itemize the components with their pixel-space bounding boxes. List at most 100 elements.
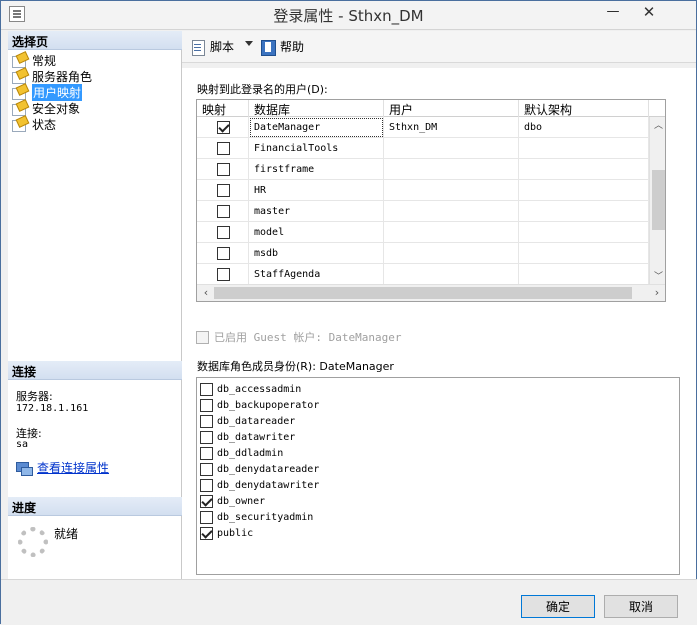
role-checkbox[interactable]: [200, 478, 213, 492]
scroll-down-icon[interactable]: ﹀: [650, 269, 665, 282]
ok-button[interactable]: 确定: [521, 595, 595, 618]
schema-cell[interactable]: [519, 138, 649, 159]
role-checkbox[interactable]: [200, 494, 213, 508]
table-row[interactable]: model: [197, 222, 649, 243]
schema-cell[interactable]: [519, 180, 649, 201]
schema-cell[interactable]: [519, 264, 649, 285]
grid-vertical-scrollbar[interactable]: ︿ ﹀: [649, 117, 665, 284]
map-checkbox[interactable]: [217, 163, 230, 176]
col-header-database[interactable]: 数据库: [249, 100, 384, 117]
table-row[interactable]: master: [197, 201, 649, 222]
role-checkbox[interactable]: [200, 398, 213, 412]
database-cell[interactable]: firstframe: [249, 159, 384, 180]
map-checkbox[interactable]: [217, 121, 230, 134]
connection-properties-icon: [16, 461, 33, 476]
role-checkbox[interactable]: [200, 462, 213, 476]
schema-cell[interactable]: [519, 201, 649, 222]
map-checkbox[interactable]: [217, 142, 230, 155]
progress-header: 进度: [8, 497, 182, 516]
table-row[interactable]: StaffAgenda: [197, 264, 649, 285]
list-item[interactable]: db_denydatareader: [200, 461, 319, 477]
map-cell[interactable]: [197, 243, 249, 264]
schema-cell[interactable]: [519, 222, 649, 243]
table-row[interactable]: msdb: [197, 243, 649, 264]
scroll-left-icon[interactable]: ‹: [198, 286, 214, 299]
map-checkbox[interactable]: [217, 205, 230, 218]
page-item-securables[interactable]: 安全对象: [11, 100, 80, 116]
map-checkbox[interactable]: [217, 247, 230, 260]
list-item[interactable]: db_securityadmin: [200, 509, 313, 525]
database-cell[interactable]: HR: [249, 180, 384, 201]
col-header-default-schema[interactable]: 默认架构: [519, 100, 649, 117]
map-checkbox[interactable]: [217, 184, 230, 197]
user-cell[interactable]: [384, 180, 519, 201]
minimize-button[interactable]: —: [598, 1, 628, 22]
horizontal-scroll-thumb[interactable]: [214, 287, 632, 299]
user-cell[interactable]: [384, 264, 519, 285]
scroll-right-icon[interactable]: ›: [649, 286, 665, 299]
database-cell[interactable]: master: [249, 201, 384, 222]
cancel-button[interactable]: 取消: [604, 595, 678, 618]
schema-cell[interactable]: [519, 243, 649, 264]
page-item-general[interactable]: 常规: [11, 52, 56, 68]
list-item[interactable]: db_backupoperator: [200, 397, 319, 413]
user-cell[interactable]: Sthxn_DM: [384, 117, 519, 138]
table-row[interactable]: HR: [197, 180, 649, 201]
scroll-up-icon[interactable]: ︿: [650, 118, 665, 131]
map-cell[interactable]: [197, 117, 249, 138]
col-header-user[interactable]: 用户: [384, 100, 519, 117]
right-pane: 脚本 帮助 映射到此登录名的用户(D): 映射 数据库 用户 默认架构 Date…: [182, 31, 696, 579]
grid-horizontal-scrollbar[interactable]: ‹ ›: [197, 284, 665, 301]
list-item[interactable]: db_datareader: [200, 413, 295, 429]
table-row[interactable]: firstframe: [197, 159, 649, 180]
role-checkbox[interactable]: [200, 510, 213, 524]
database-cell[interactable]: msdb: [249, 243, 384, 264]
map-cell[interactable]: [197, 201, 249, 222]
database-cell[interactable]: model: [249, 222, 384, 243]
role-checkbox[interactable]: [200, 414, 213, 428]
role-checkbox[interactable]: [200, 446, 213, 460]
user-cell[interactable]: [384, 201, 519, 222]
map-checkbox[interactable]: [217, 268, 230, 281]
page-item-user-mapping[interactable]: 用户映射: [11, 83, 83, 101]
schema-cell[interactable]: [519, 159, 649, 180]
role-checkbox[interactable]: [200, 526, 213, 540]
map-cell[interactable]: [197, 159, 249, 180]
toolbar: 脚本 帮助: [182, 31, 696, 63]
database-cell[interactable]: DateManager: [249, 117, 384, 138]
list-item[interactable]: db_datawriter: [200, 429, 295, 445]
vertical-scroll-thumb[interactable]: [652, 170, 665, 230]
list-item[interactable]: db_denydatawriter: [200, 477, 319, 493]
database-cell[interactable]: FinancialTools: [249, 138, 384, 159]
help-button[interactable]: 帮助: [260, 38, 304, 56]
user-cell[interactable]: [384, 138, 519, 159]
role-checkbox[interactable]: [200, 382, 213, 396]
map-cell[interactable]: [197, 222, 249, 243]
list-item[interactable]: db_owner: [200, 493, 265, 509]
list-item[interactable]: public: [200, 525, 253, 541]
database-cell[interactable]: StaffAgenda: [249, 264, 384, 285]
script-dropdown-arrow-icon[interactable]: [245, 41, 253, 46]
script-button[interactable]: 脚本: [190, 38, 234, 56]
page-item-server-roles[interactable]: 服务器角色: [11, 68, 92, 84]
map-cell[interactable]: [197, 264, 249, 285]
map-cell[interactable]: [197, 180, 249, 201]
user-cell[interactable]: [384, 159, 519, 180]
role-checkbox[interactable]: [200, 430, 213, 444]
close-button[interactable]: ✕: [627, 1, 671, 22]
user-cell[interactable]: [384, 243, 519, 264]
map-checkbox[interactable]: [217, 226, 230, 239]
table-row[interactable]: FinancialTools: [197, 138, 649, 159]
user-cell[interactable]: [384, 222, 519, 243]
role-name: db_datawriter: [217, 431, 296, 443]
col-header-map[interactable]: 映射: [197, 100, 249, 117]
table-row[interactable]: DateManager Sthxn_DM dbo: [197, 117, 649, 138]
map-cell[interactable]: [197, 138, 249, 159]
page-icon: [11, 101, 28, 116]
schema-cell[interactable]: dbo: [519, 117, 649, 138]
list-item[interactable]: db_ddladmin: [200, 445, 283, 461]
page-label: 用户映射: [32, 83, 83, 101]
page-item-status[interactable]: 状态: [11, 116, 56, 132]
view-connection-properties-link[interactable]: 查看连接属性: [16, 459, 109, 476]
list-item[interactable]: db_accessadmin: [200, 381, 301, 397]
